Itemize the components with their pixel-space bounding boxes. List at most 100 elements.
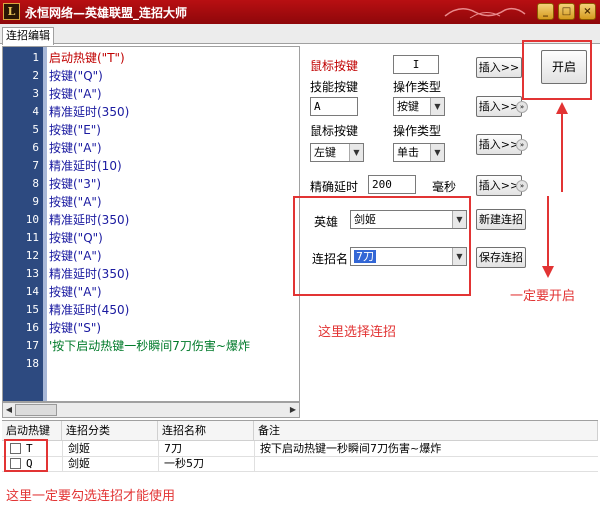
- line-number: 10: [25, 213, 39, 226]
- combo-name-select[interactable]: 7刀 ▼: [350, 247, 467, 266]
- skill-key-input[interactable]: A: [310, 97, 358, 116]
- code-line[interactable]: 启动热键("T"): [49, 49, 125, 67]
- skill-key-label: 技能按键: [310, 80, 359, 94]
- code-line[interactable]: 按键("E"): [49, 121, 101, 139]
- hero-label: 英雄: [314, 215, 339, 229]
- insert-skill-key-button[interactable]: 插入>> »: [476, 96, 528, 117]
- delay-unit-label: 毫秒: [432, 180, 457, 194]
- code-line[interactable]: 按键("A"): [49, 283, 102, 301]
- line-number-gutter: 1 2 3 4 5 6 7 8 9 10 11 12 13 14 15 16 17 18: [3, 47, 47, 401]
- row-divider: [2, 471, 598, 472]
- scroll-left-icon[interactable]: ◀: [4, 405, 14, 415]
- delay-input[interactable]: 200: [368, 175, 416, 194]
- save-combo-button[interactable]: 保存连招: [476, 247, 526, 268]
- hero-select[interactable]: 剑姬 ▼: [350, 210, 467, 229]
- line-number: 4: [32, 105, 39, 118]
- row-name: 一秒5刀: [164, 457, 204, 470]
- line-number: 17: [25, 339, 39, 352]
- line-number: 11: [25, 231, 39, 244]
- op-type-select-value: 按键: [397, 100, 419, 113]
- arrow-up-icon: [556, 102, 568, 114]
- gutter-separator: [43, 47, 47, 401]
- line-number: 5: [32, 123, 39, 136]
- scroll-right-icon[interactable]: ▶: [288, 405, 298, 415]
- expand-icon: »: [516, 139, 528, 151]
- column-header-category[interactable]: 连招分类: [62, 421, 158, 441]
- code-line[interactable]: 按键("Q"): [49, 229, 103, 247]
- chevron-down-icon[interactable]: ▼: [349, 144, 363, 161]
- annotation-arrows: [542, 102, 568, 278]
- row-category: 剑姬: [68, 442, 90, 455]
- row-name: 7刀: [164, 442, 182, 455]
- line-number: 16: [25, 321, 39, 334]
- line-number: 14: [25, 285, 39, 298]
- op-type2-label: 操作类型: [393, 124, 442, 138]
- insert-mouse-hotkey-button[interactable]: 插入>>: [476, 57, 522, 78]
- column-header-hotkey[interactable]: 启动热键: [2, 421, 62, 441]
- minimize-button[interactable]: _: [537, 3, 554, 20]
- chevron-down-icon[interactable]: ▼: [430, 144, 444, 161]
- scroll-thumb[interactable]: [15, 404, 57, 416]
- code-line[interactable]: 按键("Q"): [49, 67, 103, 85]
- chevron-down-icon[interactable]: ▼: [452, 211, 466, 228]
- line-number: 15: [25, 303, 39, 316]
- op-type2-select[interactable]: 单击 ▼: [393, 143, 445, 162]
- chevron-down-icon[interactable]: ▼: [430, 98, 444, 115]
- code-line[interactable]: 按键("A"): [49, 193, 102, 211]
- insert-label: 插入>>: [478, 138, 520, 151]
- line-number: 9: [32, 195, 39, 208]
- app-logo-icon: L: [3, 3, 20, 20]
- combo-table: 启动热键 连招分类 连招名称 备注 T 剑姬 7刀 按下启动热键一秒瞬间7刀伤害…: [2, 420, 598, 528]
- line-number: 12: [25, 249, 39, 262]
- column-header-note[interactable]: 备注: [254, 421, 598, 441]
- insert-mouse-key-button[interactable]: 插入>> »: [476, 134, 528, 155]
- code-line[interactable]: 按键("A"): [49, 139, 102, 157]
- window-title: 永恒网络—英雄联盟_连招大师: [25, 6, 188, 20]
- row-note: 按下启动热键一秒瞬间7刀伤害~爆炸: [260, 442, 442, 455]
- code-line[interactable]: 精准延时(350): [49, 265, 129, 283]
- line-number: 8: [32, 177, 39, 190]
- code-line[interactable]: 按键("S"): [49, 319, 101, 337]
- expand-icon: »: [516, 180, 528, 192]
- tab-combo-edit[interactable]: 连招编辑: [2, 27, 54, 45]
- arrow-down-icon: [542, 266, 554, 278]
- combo-code-editor[interactable]: 1 2 3 4 5 6 7 8 9 10 11 12 13 14 15 16 17 18 启动热键("T") 按键(…: [2, 46, 300, 402]
- line-number: 7: [32, 159, 39, 172]
- code-line[interactable]: '按下启动热键一秒瞬间7刀伤害~爆炸: [49, 337, 250, 355]
- code-line[interactable]: 精准延时(10): [49, 157, 122, 175]
- code-line[interactable]: 精准延时(350): [49, 103, 129, 121]
- line-number: 6: [32, 141, 39, 154]
- mouse-hotkey-input[interactable]: I: [393, 55, 439, 74]
- column-header-name[interactable]: 连招名称: [158, 421, 254, 441]
- new-combo-button[interactable]: 新建连招: [476, 209, 526, 230]
- code-line[interactable]: 精准延时(450): [49, 301, 129, 319]
- editor-horizontal-scrollbar[interactable]: ◀ ▶: [2, 402, 300, 418]
- annotation-must-start: 一定要开启: [510, 289, 576, 304]
- mouse-hotkey-label: 鼠标按键: [310, 59, 359, 73]
- mouse-key-select[interactable]: 左键 ▼: [310, 143, 364, 162]
- op-type-label: 操作类型: [393, 80, 442, 94]
- tab-strip: 连招编辑: [0, 24, 600, 45]
- mouse-key-label: 鼠标按键: [310, 124, 359, 138]
- op-type-select[interactable]: 按键 ▼: [393, 97, 445, 116]
- code-line[interactable]: 按键("A"): [49, 85, 102, 103]
- annotation-select-here: 这里选择连招: [318, 325, 397, 340]
- expand-icon: »: [516, 101, 528, 113]
- hero-select-value: 剑姬: [354, 213, 376, 226]
- mouse-key-select-value: 左键: [314, 146, 336, 159]
- line-number: 13: [25, 267, 39, 280]
- line-number: 3: [32, 87, 39, 100]
- code-line[interactable]: 精准延时(350): [49, 211, 129, 229]
- title-bar: L 永恒网络—英雄联盟_连招大师 _ □ ×: [0, 0, 600, 24]
- insert-label: 插入>>: [478, 179, 520, 192]
- chevron-down-icon[interactable]: ▼: [452, 248, 466, 265]
- code-line[interactable]: 按键("A"): [49, 247, 102, 265]
- row-category: 剑姬: [68, 457, 90, 470]
- decorative-swirl-icon: [444, 7, 526, 19]
- close-button[interactable]: ×: [579, 3, 596, 20]
- insert-label: 插入>>: [478, 100, 520, 113]
- code-line[interactable]: 按键("3"): [49, 175, 101, 193]
- restore-button[interactable]: □: [558, 3, 575, 20]
- insert-delay-button[interactable]: 插入>> »: [476, 175, 528, 196]
- annotation-must-check: 这里一定要勾选连招才能使用: [6, 489, 176, 504]
